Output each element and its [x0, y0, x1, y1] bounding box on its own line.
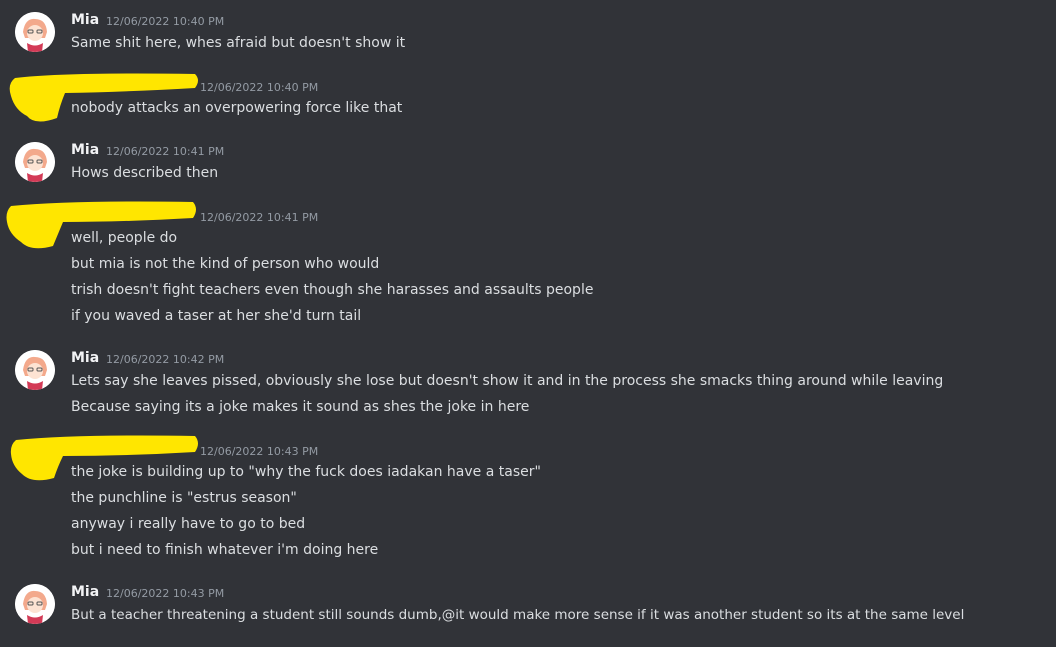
message-text: but i need to finish whatever i'm doing … [71, 542, 379, 558]
user-avatar[interactable] [15, 584, 55, 624]
timestamp: 12/06/2022 10:41 PM [200, 211, 319, 224]
timestamp: 12/06/2022 10:40 PM [106, 15, 225, 28]
username[interactable]: Mia [71, 142, 99, 158]
message-text: nobody attacks an overpowering force lik… [71, 100, 403, 116]
message-text: But a teacher threatening a student stil… [71, 607, 965, 623]
message-text: the punchline is "estrus season" [71, 490, 297, 506]
timestamp: 12/06/2022 10:40 PM [200, 81, 319, 94]
message-text: Lets say she leaves pissed, obviously sh… [71, 373, 944, 389]
username[interactable]: Mia [71, 350, 99, 366]
message-text: but mia is not the kind of person who wo… [71, 256, 380, 272]
anime-character-avatar-icon [15, 350, 55, 390]
message-text: if you waved a taser at her she'd turn t… [71, 308, 362, 324]
anime-character-avatar-icon [15, 584, 55, 624]
message-text: trish doesn't fight teachers even though… [71, 282, 594, 298]
anime-character-avatar-icon [15, 142, 55, 182]
user-avatar[interactable] [15, 350, 55, 390]
timestamp: 12/06/2022 10:43 PM [106, 587, 225, 600]
timestamp: 12/06/2022 10:42 PM [106, 353, 225, 366]
message-text: Hows described then [71, 165, 219, 181]
username[interactable]: Mia [71, 12, 99, 28]
anime-character-avatar-icon [15, 12, 55, 52]
message-text: Same shit here, whes afraid but doesn't … [71, 35, 406, 51]
message-text: anyway i really have to go to bed [71, 516, 306, 532]
timestamp: 12/06/2022 10:41 PM [106, 145, 225, 158]
timestamp: 12/06/2022 10:43 PM [200, 445, 319, 458]
message-text: Because saying its a joke makes it sound… [71, 399, 530, 415]
user-avatar[interactable] [15, 142, 55, 182]
message-text: well, people do [71, 230, 178, 246]
user-avatar[interactable] [15, 12, 55, 52]
message-text: the joke is building up to "why the fuck… [71, 464, 541, 480]
chat-message-list: Mia 12/06/2022 10:40 PM Same shit here, … [0, 0, 1056, 647]
username[interactable]: Mia [71, 584, 99, 600]
